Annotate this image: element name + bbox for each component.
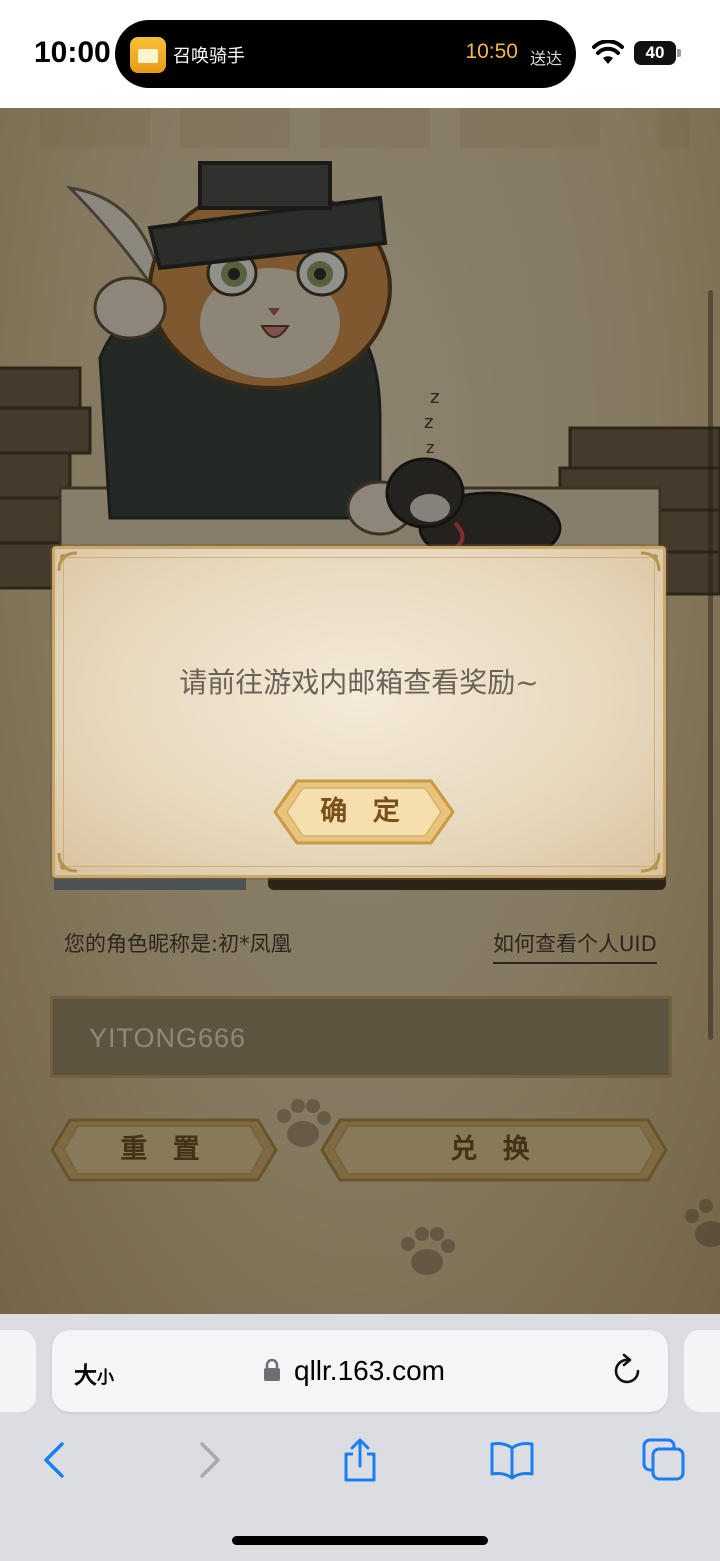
battery-level: 40 — [645, 43, 665, 62]
confirm-button-label: 确 定 — [320, 796, 408, 827]
url-text: qllr.163.com — [294, 1355, 445, 1386]
live-activity-eta-time: 10:50 — [465, 40, 518, 63]
corner-ornament-icon — [640, 852, 661, 873]
wifi-icon — [592, 40, 624, 64]
back-chevron-icon[interactable] — [36, 1438, 76, 1482]
address-bar[interactable]: 大小 qllr.163.com — [52, 1330, 668, 1412]
share-icon[interactable] — [340, 1438, 380, 1482]
confirm-button[interactable]: 确 定 — [271, 777, 457, 847]
next-tab-preview[interactable] — [684, 1330, 720, 1412]
delivery-app-icon — [130, 37, 166, 73]
home-indicator[interactable] — [232, 1536, 488, 1545]
corner-ornament-icon — [57, 852, 78, 873]
status-time: 10:00 — [34, 36, 111, 69]
text-size-small-glyph: 小 — [97, 1368, 114, 1388]
tabs-overview-icon[interactable] — [642, 1438, 686, 1482]
dialog-message: 请前往游戏内邮箱查看奖励~ — [179, 666, 539, 699]
browser-toolbar-area: 大小 qllr.163.com — [0, 1314, 720, 1561]
text-size-large-glyph: 大 — [74, 1363, 97, 1389]
corner-ornament-icon — [57, 551, 78, 572]
corner-ornament-icon — [640, 551, 661, 572]
lock-icon — [264, 1358, 280, 1381]
reload-icon[interactable] — [612, 1353, 644, 1387]
web-page[interactable]: z z z 您的角色昵称是:初*凤凰 如何查看个人UID YITONG666 重… — [0, 108, 720, 1314]
bookmarks-book-icon[interactable] — [490, 1438, 534, 1482]
reward-dialog: 请前往游戏内邮箱查看奖励~ 确 定 — [52, 546, 666, 878]
previous-tab-preview[interactable] — [0, 1330, 36, 1412]
live-activity-app-name: 召唤骑手 — [173, 46, 245, 67]
dynamic-island-live-activity[interactable]: 召唤骑手 10:50 送达 — [115, 20, 576, 88]
text-size-button[interactable]: 大小 — [74, 1356, 114, 1390]
battery-icon: 40 — [634, 41, 682, 65]
status-bar: 10:00 召唤骑手 10:50 送达 40 — [0, 0, 720, 108]
forward-chevron-icon[interactable] — [188, 1438, 228, 1482]
live-activity-eta-suffix: 送达 — [529, 49, 562, 68]
